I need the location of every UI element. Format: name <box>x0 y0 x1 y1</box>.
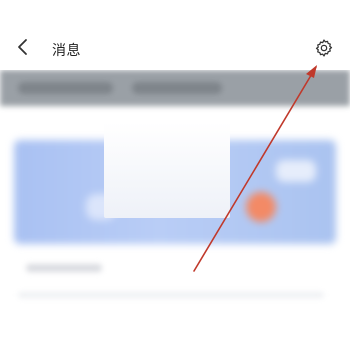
gear-icon <box>314 38 334 62</box>
blurred-tab <box>132 82 222 94</box>
chevron-left-icon <box>15 38 31 60</box>
blank-card <box>104 122 230 218</box>
blurred-tab-bar <box>0 70 350 106</box>
blurred-content-area <box>0 70 350 352</box>
top-bar: 消息 <box>0 0 350 70</box>
settings-button[interactable] <box>312 38 336 62</box>
blurred-tab <box>18 82 113 94</box>
banner-decoration <box>276 160 316 182</box>
page-title: 消息 <box>52 43 81 59</box>
back-button[interactable] <box>10 36 36 62</box>
blurred-text-line <box>26 264 102 272</box>
banner-decoration <box>246 192 276 222</box>
blurred-text-line <box>18 292 324 298</box>
